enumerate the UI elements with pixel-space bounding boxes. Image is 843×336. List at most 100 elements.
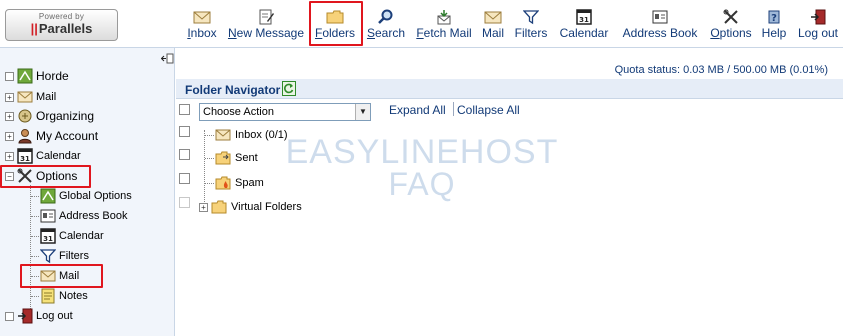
sidebar-item-global-options[interactable]: Global Options — [40, 187, 132, 205]
folders-highlight-box — [309, 1, 363, 46]
envelope-icon — [484, 11, 502, 24]
sidebar-item-organizing[interactable]: + Organizing — [5, 107, 94, 125]
watermark-line1: EASYLINEHOST — [285, 133, 559, 171]
collapse-all-link[interactable]: Collapse All — [457, 103, 520, 117]
select-all-checkbox[interactable] — [179, 104, 190, 115]
new-message-button[interactable]: New Message — [227, 9, 305, 43]
expand-toggle[interactable]: + — [5, 131, 14, 141]
folder-checkbox[interactable] — [179, 126, 190, 137]
horde-logo-icon — [17, 68, 33, 84]
envelope-icon — [17, 91, 33, 103]
filter-icon — [523, 10, 539, 25]
expand-toggle[interactable] — [5, 71, 14, 81]
svg-text:31: 31 — [43, 235, 53, 243]
tools-icon — [723, 9, 738, 24]
expand-all-link[interactable]: Expand All — [389, 103, 446, 117]
mail-button[interactable]: Mail — [480, 9, 506, 43]
horde-logo-icon — [40, 188, 56, 204]
top-toolbar: Powered by ||Parallels Innbox New Messag… — [0, 0, 843, 48]
logout-door-icon — [811, 9, 826, 25]
fetch-mail-button[interactable]: Fetch Mail — [415, 9, 473, 43]
logout-door-icon — [18, 308, 33, 324]
svg-text:31: 31 — [20, 155, 30, 163]
filters-button[interactable]: Filters — [512, 9, 550, 43]
address-book-icon — [652, 10, 668, 24]
calendar-icon: 31 — [40, 228, 56, 244]
expand-toggle[interactable]: + — [5, 92, 14, 102]
search-label: Search — [366, 26, 406, 40]
sidebar-item-my-account[interactable]: + My Account — [5, 127, 98, 145]
link-separator — [453, 102, 454, 116]
quota-status: Quota status: 0.03 MB / 500.00 MB (0.01%… — [614, 64, 828, 76]
logout-label: Log out — [797, 26, 839, 40]
options-label: Options — [710, 26, 752, 40]
expand-toggle[interactable] — [5, 311, 14, 321]
fetch-mail-icon — [437, 10, 451, 25]
refresh-icon[interactable] — [282, 81, 296, 96]
filter-icon — [40, 249, 56, 264]
search-icon — [378, 9, 393, 24]
watermark-line2: FAQ — [388, 166, 456, 202]
compose-icon — [259, 9, 274, 25]
expand-toggle[interactable]: + — [199, 202, 208, 212]
sidebar-item-horde[interactable]: Horde — [5, 67, 69, 85]
expand-toggle[interactable]: + — [5, 111, 14, 121]
folder-navigator-title: Folder Navigator — [185, 83, 281, 97]
folder-spam[interactable]: Spam — [215, 175, 264, 191]
help-button[interactable]: ? Help — [760, 9, 788, 43]
help-label: Help — [761, 26, 787, 40]
address-book-icon — [40, 209, 56, 223]
address-book-label: Address Book — [622, 26, 698, 40]
filters-label: Filters — [514, 26, 548, 40]
sidebar-item-address-book[interactable]: Address Book — [40, 207, 127, 225]
sidebar-item-calendar[interactable]: + 31 Calendar — [5, 147, 81, 165]
folder-inbox[interactable]: Inbox (0/1) — [215, 127, 288, 143]
collapse-sidebar-icon[interactable] — [161, 53, 174, 64]
folder-icon — [211, 200, 227, 214]
search-button[interactable]: Search — [364, 9, 408, 43]
folder-virtual[interactable]: + Virtual Folders — [199, 199, 302, 215]
folder-checkbox[interactable] — [179, 173, 190, 184]
folder-sent[interactable]: Sent — [215, 150, 258, 166]
sidebar-item-options-calendar[interactable]: 31 Calendar — [40, 227, 104, 245]
sidebar-item-mail[interactable]: + Mail — [5, 88, 56, 106]
address-book-button[interactable]: Address Book — [619, 9, 701, 43]
calendar-label: Calendar — [559, 26, 609, 40]
folder-checkbox-disabled — [179, 197, 190, 208]
sidebar-item-logout[interactable]: Log out — [5, 307, 73, 325]
tree-line — [30, 185, 31, 309]
svg-text:31: 31 — [579, 16, 589, 24]
folder-navigator-header: Folder Navigator — [176, 79, 843, 99]
calendar-icon: 31 — [17, 148, 33, 164]
logout-button[interactable]: Log out — [795, 9, 841, 43]
organizing-icon — [18, 109, 32, 123]
options-button[interactable]: Options — [708, 9, 754, 43]
fetch-mail-label: Fetch Mail — [416, 26, 472, 40]
parallels-logo[interactable]: Powered by ||Parallels — [5, 9, 118, 41]
folder-tree-line — [204, 130, 205, 210]
sidebar-item-notes[interactable]: Notes — [40, 287, 88, 305]
logo-name: ||Parallels — [30, 21, 93, 36]
envelope-icon — [193, 11, 211, 24]
spam-folder-icon — [215, 176, 231, 190]
folder-checkbox[interactable] — [179, 149, 190, 160]
sent-folder-icon — [215, 151, 231, 165]
svg-text:?: ? — [771, 13, 777, 24]
inbox-button[interactable]: Innbox — [184, 9, 220, 43]
options-highlight-box — [0, 165, 91, 188]
new-message-label: New Message — [227, 26, 305, 40]
calendar-button[interactable]: 31 Calendar — [557, 9, 611, 43]
logo-powered-text: Powered by — [38, 12, 85, 21]
mail-options-highlight-box — [20, 264, 103, 288]
inbox-envelope-icon — [215, 129, 231, 141]
help-book-icon: ? — [768, 10, 780, 24]
dropdown-arrow-icon: ▼ — [355, 104, 370, 120]
notes-icon — [41, 288, 55, 304]
watermark: EASYLINEHOST FAQ — [277, 133, 567, 203]
inbox-label: Innbox — [187, 26, 217, 40]
expand-toggle[interactable]: + — [5, 151, 14, 161]
mail-label: Mail — [481, 26, 504, 40]
choose-action-select[interactable]: Choose Action ▼ — [199, 103, 371, 121]
calendar-icon: 31 — [576, 9, 592, 25]
sidebar-item-filters[interactable]: Filters — [40, 247, 89, 265]
